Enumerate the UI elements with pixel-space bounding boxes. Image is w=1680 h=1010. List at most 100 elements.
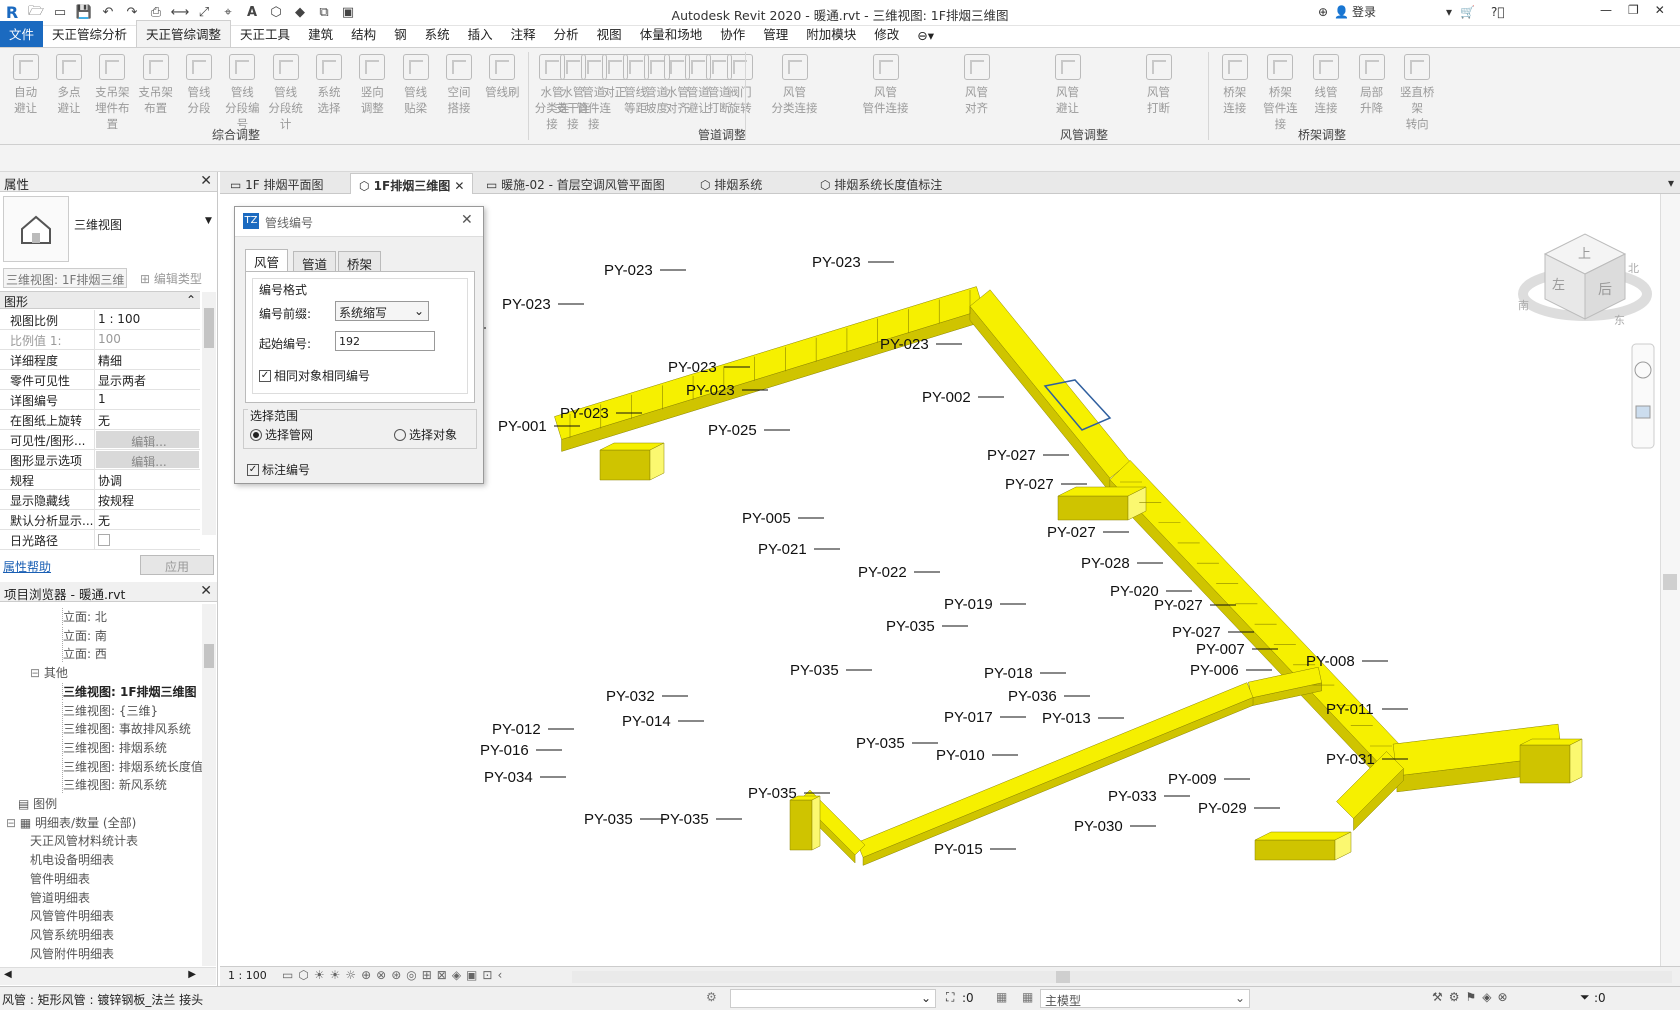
duct-tag[interactable]: PY-005 [742,510,824,527]
close-hidden-icon[interactable]: ⧉ [314,3,334,23]
property-value[interactable]: 显示两者 [95,370,200,389]
ribbon-toggle-icon[interactable]: ⊖▾ [908,25,943,47]
property-value[interactable]: 协调 [95,470,200,489]
restore-icon[interactable]: ❐ [1628,3,1639,17]
cart-icon[interactable]: 🛒 [1460,5,1475,19]
view-tab-0[interactable]: ▭ 1F 排烟平面图 [222,173,332,194]
chevron-down-icon[interactable]: ▼ [205,216,212,226]
outlet-box-lower[interactable] [1254,839,1336,861]
ribbon-button-2-3[interactable]: 风管 避让 [1024,54,1111,116]
browser-item[interactable]: 三维视图: {三维} [62,701,158,719]
browser-item[interactable]: 天正风管材料统计表 [30,832,138,849]
duct-tag[interactable]: PY-002 [922,389,1004,406]
property-value[interactable]: 按规程 [95,490,200,509]
view-scale[interactable]: 1 : 100 [228,969,267,982]
checkbox[interactable] [98,534,110,546]
vertical-scrollbar[interactable] [1660,194,1680,966]
duct-tag[interactable]: PY-036 [1008,688,1090,705]
ribbon-button-3-2[interactable]: 线管 连接 [1305,54,1347,116]
browser-item[interactable]: 三维视图: 排烟系统长度值 [62,757,203,775]
ribbon-button-2-2[interactable]: 风管 对齐 [933,54,1020,116]
horizontal-scrollbar[interactable] [572,971,1672,983]
property-value[interactable] [95,530,200,549]
view-selector[interactable]: 三维视图: 1F排烟三维 [3,268,127,288]
property-row[interactable]: 在图纸上旋转无 [0,410,200,430]
tab-14[interactable]: 管理 [754,21,797,47]
duct-tag[interactable]: PY-022 [858,564,940,581]
property-value[interactable]: 精细 [95,350,200,369]
start-number-input[interactable]: 192 [335,331,435,351]
riser-box-right[interactable] [1519,744,1571,784]
browser-item[interactable]: 立面: 北 [62,608,107,625]
main-duct-diagonal[interactable] [969,305,1111,493]
property-row[interactable]: 详图编号 1 [0,390,200,410]
property-value[interactable]: 无 [95,410,200,429]
design-option-icon[interactable]: ▦ [996,990,1007,1004]
tab-3[interactable]: 天正工具 [231,21,299,47]
tab-4[interactable]: 建筑 [299,21,342,47]
property-row[interactable]: 日光路径 [0,530,200,550]
ribbon-button-0-2[interactable]: 支吊架 埋件布置 [93,54,132,132]
property-row[interactable]: 可见性/图形... 编辑... [0,430,200,450]
property-row[interactable]: 显示隐藏线 按规程 [0,490,200,510]
tab-13[interactable]: 协作 [711,21,754,47]
duct-tag[interactable]: PY-025 [708,422,790,439]
tab-12[interactable]: 体量和场地 [631,21,712,47]
property-value[interactable]: 无 [95,510,200,529]
prefix-select[interactable]: 系统缩写 ⌄ [335,301,429,321]
browser-item[interactable]: 三维视图: 排烟系统 [62,738,167,756]
duct-tag[interactable]: PY-027 [987,447,1069,464]
browser-item[interactable]: 三维视图: 事故排风系统 [62,720,191,738]
section-icon[interactable]: ◆ [290,3,310,23]
open-icon[interactable]: 🗁 [26,3,46,23]
tab-16[interactable]: 修改 [865,21,908,47]
ribbon-button-0-3[interactable]: 支吊架 布置 [136,54,175,116]
duct-tag[interactable]: PY-011 [1326,701,1408,718]
tab-duct[interactable]: 风管 [245,249,289,271]
close-icon[interactable]: ✕ [450,179,464,193]
browser-item[interactable]: 管件明细表 [30,870,90,887]
view-tab-4[interactable]: ⬡ 排烟系统长度值标注 [812,173,950,194]
duct-tag[interactable]: PY-034 [484,769,566,786]
tab-10[interactable]: 分析 [545,21,588,47]
tab-1[interactable]: 天正管综分析 [43,21,136,47]
property-value[interactable]: 1 : 100 [95,310,200,329]
browser-item[interactable]: 风管系统明细表 [30,926,114,943]
duct-tag[interactable]: PY-012 [492,721,574,738]
revit-logo[interactable]: R [2,3,22,23]
folder-icon[interactable]: ▭ [50,3,70,23]
filter-icon[interactable]: ⏷ [1580,990,1590,1005]
view-tab-3[interactable]: ⬡ 排烟系统 [692,173,770,194]
browser-item[interactable]: 风管附件明细表 [30,945,114,962]
collapse-icon[interactable]: ⊟ [30,666,44,680]
ribbon-button-0-1[interactable]: 多点 避让 [49,54,88,116]
duct-tag[interactable]: PY-008 [1306,653,1388,670]
riser-box-left[interactable] [789,799,813,851]
browser-item[interactable]: 管道明细表 [30,889,90,906]
edit-button[interactable]: 编辑... [96,451,199,468]
duct-tag[interactable]: PY-035 [584,811,666,828]
property-value[interactable]: 1 [95,390,200,409]
scrollbar[interactable] [202,604,216,966]
edit-button[interactable]: 编辑... [96,431,199,448]
close-icon[interactable]: ✕ [1655,3,1665,17]
apply-button[interactable]: 应用 [140,555,214,575]
collapse-icon[interactable]: ⌃ [186,293,196,307]
tab-7[interactable]: 系统 [416,21,459,47]
browser-item[interactable]: 机电设备明细表 [30,851,114,868]
text-icon[interactable]: A [242,3,262,23]
close-icon[interactable]: ✕ [200,583,212,599]
zoom-icon[interactable] [1635,405,1651,419]
riser-box-middle[interactable] [1057,495,1129,521]
view-tab-1[interactable]: ⬡ 1F排烟三维图 ✕ [350,173,474,194]
switch-windows-icon[interactable]: ▣ [338,3,358,23]
collapse-icon[interactable]: ⊟ [6,816,20,830]
tab-15[interactable]: 附加模块 [797,21,865,47]
riser-box-upper[interactable] [599,449,651,481]
tab-5[interactable]: 结构 [342,21,385,47]
help-icon[interactable]: ?⃝ [1491,5,1505,19]
duct-tag[interactable]: PY-029 [1198,800,1280,817]
horizontal-scrollbar[interactable]: ◀ ▶ [0,967,216,985]
duct-tag[interactable]: PY-019 [944,596,1026,613]
save-icon[interactable]: 💾 [74,3,94,23]
